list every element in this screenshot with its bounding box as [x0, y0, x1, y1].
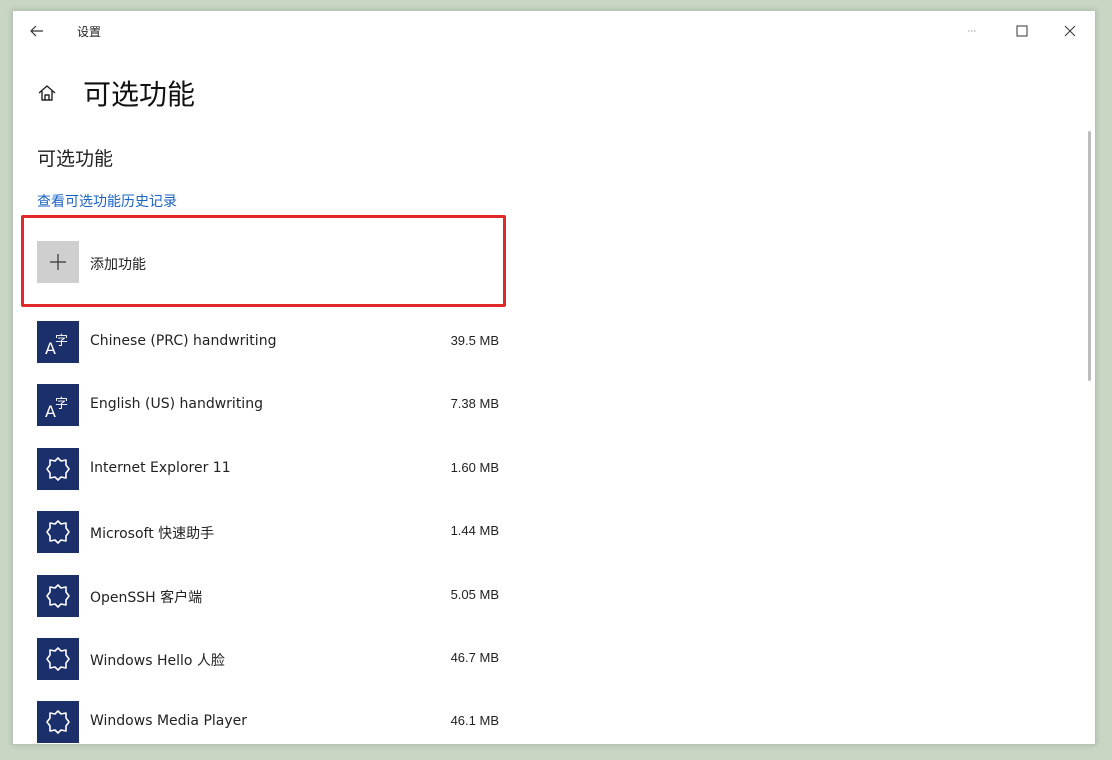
window-title: 设置	[77, 25, 102, 39]
svg-text:字: 字	[55, 334, 68, 349]
feature-tile: A 字	[37, 321, 79, 363]
minimize-icon	[968, 30, 976, 32]
feature-tile	[37, 701, 79, 744]
page-title: 可选功能	[83, 78, 196, 111]
feature-size: 5.05 MB	[450, 586, 499, 602]
section-title: 可选功能	[37, 148, 114, 170]
feature-history-link[interactable]: 查看可选功能历史记录	[37, 191, 177, 211]
feature-tile	[37, 511, 79, 554]
close-button[interactable]	[1055, 19, 1085, 43]
add-feature-label: 添加功能	[90, 257, 146, 273]
list-item[interactable]: Internet Explorer 11 1.60 MB	[37, 447, 507, 511]
feature-name: Internet Explorer 11	[90, 459, 231, 476]
add-feature-button[interactable]: 添加功能	[37, 241, 497, 285]
list-item[interactable]: Microsoft 快速助手 1.44 MB	[37, 511, 507, 574]
list-item[interactable]: OpenSSH 客户端 5.05 MB	[37, 574, 507, 638]
feature-name: English (US) handwriting	[90, 396, 263, 413]
list-item[interactable]: Windows Media Player 46.1 MB	[37, 701, 507, 744]
list-item[interactable]: Windows Hello 人脸 46.7 MB	[37, 637, 507, 701]
home-icon	[38, 85, 56, 101]
feature-name: Windows Hello 人脸	[90, 652, 225, 669]
feature-name: Windows Media Player	[90, 713, 248, 730]
vertical-scrollbar[interactable]	[1088, 131, 1091, 381]
feature-tile	[37, 447, 79, 490]
close-icon	[1064, 25, 1076, 37]
feature-size: 46.7 MB	[450, 649, 499, 665]
puzzle-gear-icon	[46, 710, 70, 735]
feature-size: 7.38 MB	[450, 396, 499, 412]
home-button[interactable]	[37, 83, 57, 103]
puzzle-gear-icon	[46, 583, 70, 608]
feature-size: 1.44 MB	[450, 523, 499, 539]
feature-name: OpenSSH 客户端	[90, 589, 203, 606]
feature-name: Chinese (PRC) handwriting	[90, 333, 277, 349]
back-arrow-icon	[30, 25, 43, 37]
puzzle-gear-icon	[46, 647, 70, 671]
feature-name: Microsoft 快速助手	[90, 526, 215, 543]
feature-size: 1.60 MB	[450, 459, 499, 475]
feature-tile	[37, 637, 79, 680]
installed-feature-list: A 字 Chinese (PRC) handwriting 39.5 MB A …	[37, 321, 507, 744]
puzzle-gear-icon	[46, 456, 70, 481]
feature-tile: A 字	[37, 384, 79, 427]
settings-window: 设置 可选功能 可选功能 查看可选功能历史记录 添加功能 A 字 Chinese…	[12, 10, 1096, 745]
feature-size: 39.5 MB	[450, 333, 499, 348]
language-icon: A 字	[45, 334, 68, 358]
list-item[interactable]: A 字 Chinese (PRC) handwriting 39.5 MB	[37, 321, 507, 384]
back-button[interactable]	[27, 21, 47, 41]
language-icon: A 字	[45, 397, 68, 421]
maximize-button[interactable]	[1007, 19, 1037, 43]
list-item[interactable]: A 字 English (US) handwriting 7.38 MB	[37, 384, 507, 447]
add-feature-tile	[37, 241, 79, 283]
title-bar: 设置	[13, 11, 1095, 51]
plus-icon	[50, 254, 66, 270]
maximize-icon	[1016, 25, 1028, 37]
svg-text:字: 字	[55, 397, 68, 412]
minimize-button[interactable]	[957, 19, 987, 43]
puzzle-gear-icon	[46, 520, 70, 544]
feature-size: 46.1 MB	[450, 713, 499, 729]
feature-tile	[37, 574, 79, 617]
